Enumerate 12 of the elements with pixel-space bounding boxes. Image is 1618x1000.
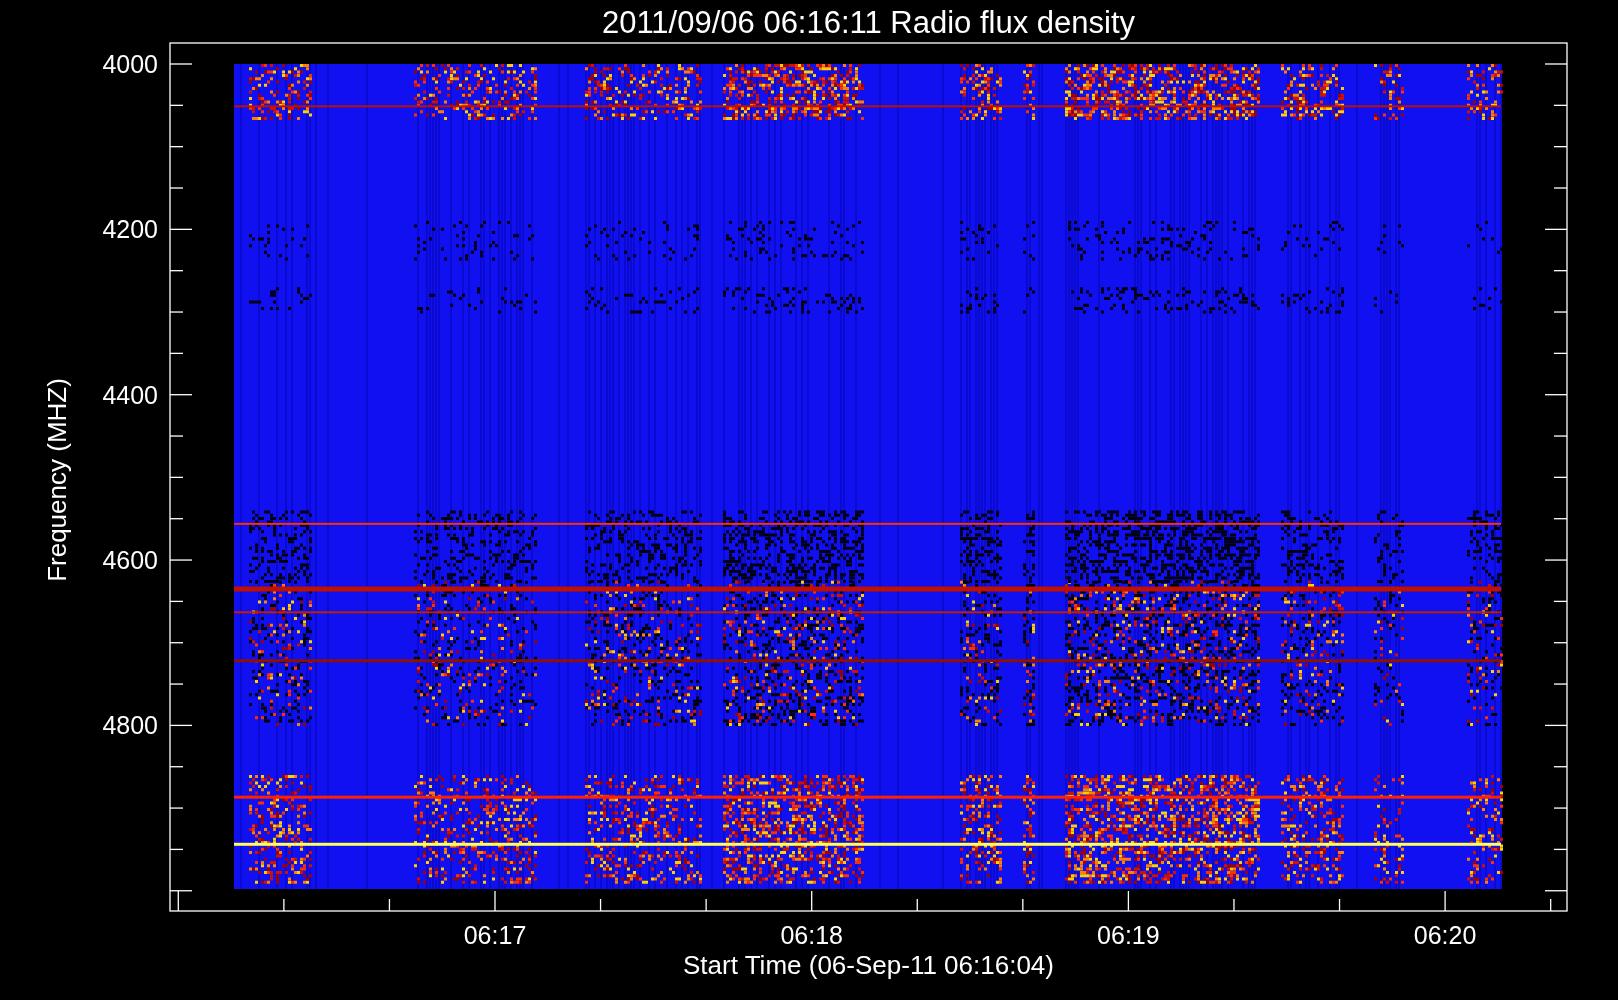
- axis-tick-label: 4400: [102, 380, 158, 409]
- axis-tick-label: 06:20: [1413, 921, 1477, 949]
- axis-tick-label: 4000: [102, 50, 158, 78]
- axis-title: Start Time (06-Sep-11 06:16:04): [683, 950, 1054, 980]
- chart-title: 2011/09/06 06:16:11 Radio flux density: [601, 5, 1136, 40]
- axis-tick-label: 4600: [102, 546, 158, 575]
- axis-tick-label: 4200: [102, 215, 158, 244]
- axis-title: Frequency (MHZ): [42, 378, 72, 582]
- axis-tick-label: 06:19: [1097, 921, 1160, 949]
- axis-tick-label: 06:17: [463, 921, 527, 949]
- axis-tick-label: 06:18: [780, 921, 843, 949]
- axis-tick-label: 4800: [102, 711, 158, 740]
